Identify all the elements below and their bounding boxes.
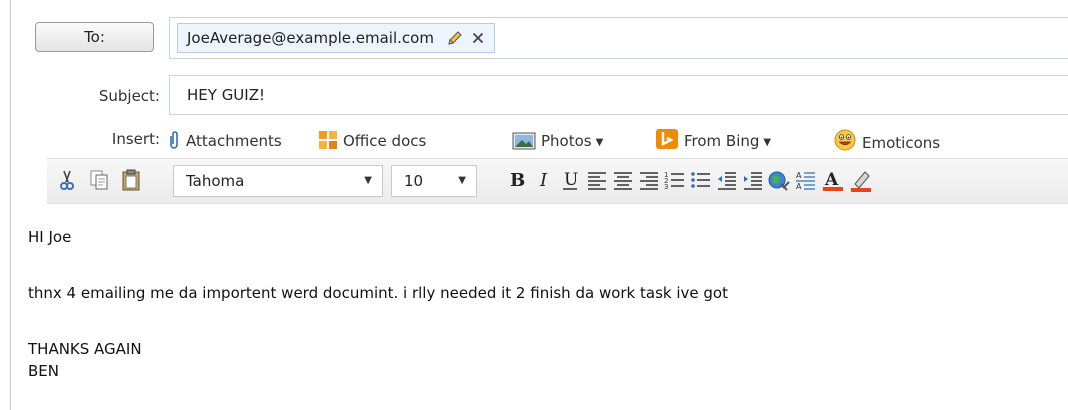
align-right-icon[interactable] (637, 168, 661, 192)
insert-label: Insert: (111, 130, 160, 148)
insert-photos-button[interactable]: Photos ▼ (512, 128, 603, 154)
font-color-swatch (823, 187, 843, 191)
size-chevron-down-icon: ▼ (458, 175, 466, 186)
svg-text:3: 3 (664, 183, 668, 191)
insert-photos-label: Photos (541, 132, 592, 150)
align-left-icon[interactable] (585, 168, 609, 192)
formatting-toolbar: Tahoma ▼ 10 ▼ B I U 1 2 3 A A A (47, 158, 1068, 204)
office-docs-icon (319, 131, 337, 149)
svg-text:U: U (564, 170, 578, 190)
insert-attachments-label: Attachments (186, 132, 282, 150)
close-icon[interactable] (472, 32, 484, 44)
highlight-swatch (851, 188, 871, 192)
to-field[interactable]: JoeAverage@example.email.com (169, 17, 1068, 59)
body-line: HI Joe (28, 228, 72, 246)
insert-attachments-button[interactable]: Attachments (167, 128, 282, 154)
photos-chevron-down-icon: ▼ (595, 137, 604, 148)
numbered-list-icon[interactable]: 1 2 3 (663, 168, 687, 192)
font-chevron-down-icon: ▼ (364, 175, 372, 186)
body-line: thnx 4 emailing me da importent werd doc… (28, 284, 728, 302)
increase-indent-icon[interactable] (741, 168, 765, 192)
bing-chevron-down-icon: ▼ (763, 137, 772, 148)
italic-icon[interactable]: I (532, 168, 556, 192)
to-button[interactable]: To: (35, 22, 154, 52)
insert-emoticons-button[interactable]: Emoticons (833, 128, 940, 154)
font-size-select[interactable]: 10 ▼ (391, 165, 477, 197)
bulleted-list-icon[interactable] (689, 168, 713, 192)
line-spacing-icon[interactable]: A A (794, 168, 818, 192)
insert-emoticons-label: Emoticons (862, 134, 941, 152)
decrease-indent-icon[interactable] (715, 168, 739, 192)
font-family-select[interactable]: Tahoma ▼ (173, 165, 383, 197)
font-family-value: Tahoma (186, 172, 245, 190)
bing-icon (656, 129, 678, 149)
svg-text:A: A (796, 182, 802, 191)
smiley-icon (834, 129, 856, 151)
align-center-icon[interactable] (611, 168, 635, 192)
highlight-icon[interactable] (849, 168, 873, 192)
underline-icon[interactable]: U (558, 168, 582, 192)
insert-from-bing-button[interactable]: From Bing ▼ (655, 128, 771, 154)
left-border (10, 0, 11, 410)
insert-office-docs-label: Office docs (343, 132, 427, 150)
photo-icon (512, 132, 536, 150)
subject-label: Subject: (98, 87, 160, 105)
recipient-chip[interactable]: JoeAverage@example.email.com (177, 23, 495, 53)
svg-text:I: I (539, 170, 548, 191)
font-color-icon[interactable]: A (821, 168, 845, 192)
insert-toolbar: Insert: Attachments Office docs Photos ▼ … (0, 128, 1068, 154)
copy-icon[interactable] (87, 168, 111, 192)
svg-text:A: A (796, 171, 802, 180)
svg-text:B: B (510, 170, 525, 191)
pencil-icon[interactable] (447, 30, 463, 46)
body-line: THANKS AGAIN (28, 340, 142, 358)
recipient-address: JoeAverage@example.email.com (187, 29, 434, 47)
insert-from-bing-label: From Bing (684, 132, 760, 150)
insert-office-docs-button[interactable]: Office docs (318, 128, 426, 154)
body-line: BEN (28, 362, 59, 380)
font-size-value: 10 (404, 172, 424, 190)
hyperlink-icon[interactable] (767, 168, 791, 192)
paste-icon[interactable] (119, 168, 143, 192)
cut-icon[interactable] (55, 168, 79, 192)
paperclip-icon (170, 131, 178, 149)
bold-icon[interactable]: B (504, 168, 528, 192)
subject-input[interactable]: HEY GUIZ! (169, 75, 1068, 115)
